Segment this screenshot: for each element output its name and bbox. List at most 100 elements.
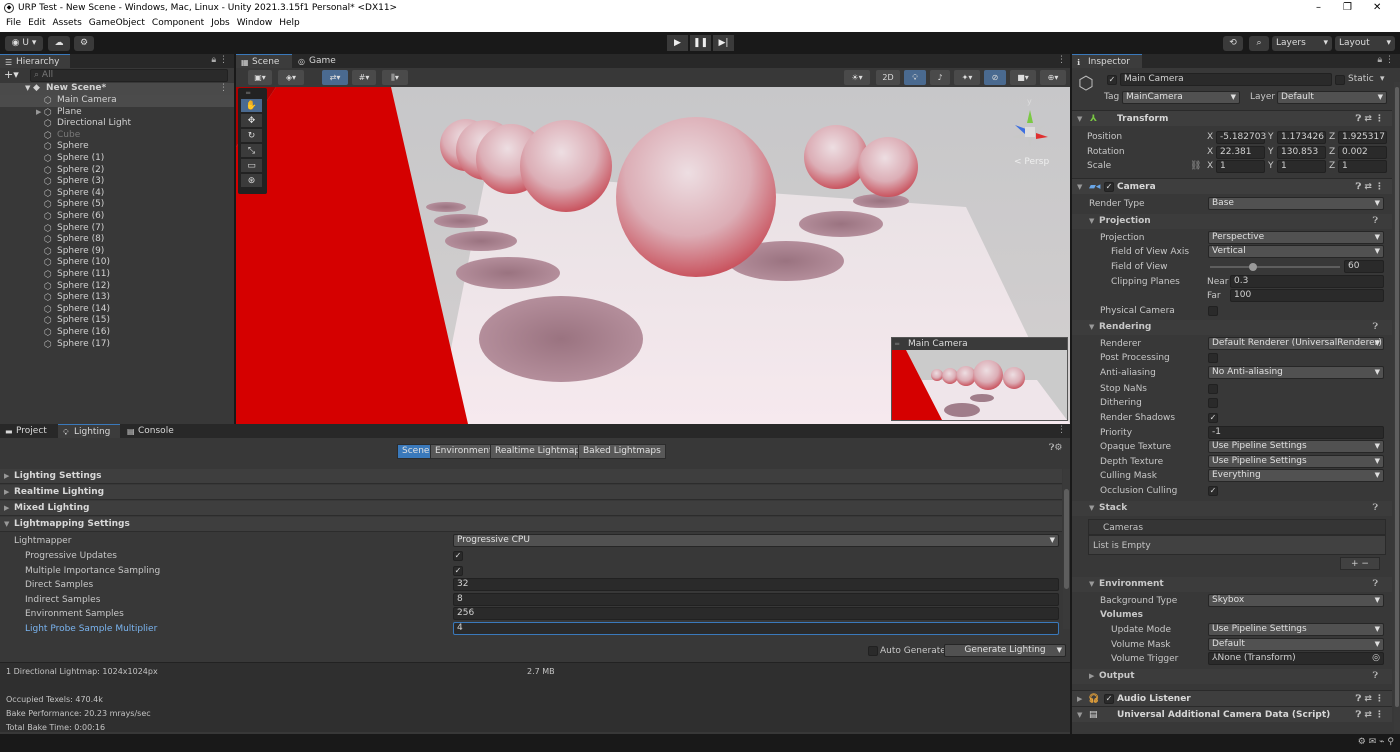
hierarchy-item[interactable]: ⬡ Sphere (1): [0, 153, 234, 165]
scale-tool-icon[interactable]: ⤡: [241, 144, 262, 158]
hidden-objects-icon[interactable]: ⊘: [984, 70, 1006, 85]
bottom-scrollbar[interactable]: [1063, 469, 1070, 629]
menu-assets[interactable]: Assets: [50, 17, 86, 32]
object-name-field[interactable]: Main Camera: [1120, 73, 1332, 86]
camera-dropdown[interactable]: Use Pipeline Settings ▼: [1208, 440, 1384, 453]
play-button[interactable]: ▶: [667, 35, 688, 51]
collab-icon[interactable]: ⚙: [74, 36, 94, 51]
fov-slider-track[interactable]: [1210, 263, 1340, 271]
camera-header[interactable]: ▼ ▰◂ ✓ Camera ❓︎ ⇄ ⋮: [1072, 178, 1392, 194]
tab-scene[interactable]: ▦ Scene: [236, 54, 292, 68]
audio-listener-checkbox[interactable]: ✓: [1104, 694, 1114, 704]
move-tool-icon[interactable]: ✥: [241, 114, 262, 128]
lightmapping-field[interactable]: 4: [453, 622, 1059, 635]
help-icon[interactable]: ❓︎: [1373, 577, 1378, 591]
persp-label[interactable]: < Persp: [1014, 157, 1049, 167]
account-button[interactable]: ◉ U ▾: [5, 36, 43, 51]
section-mixed-lighting[interactable]: ▶ Mixed Lighting: [0, 501, 1062, 516]
transform-field[interactable]: 0.002: [1338, 145, 1387, 159]
camera-dropdown[interactable]: Base ▼: [1208, 197, 1384, 210]
history-icon[interactable]: ⟲: [1223, 36, 1243, 51]
help-icon[interactable]: ❓︎: [1373, 669, 1378, 683]
uacd-header[interactable]: ▼ ▤ Universal Additional Camera Data (Scri…: [1072, 706, 1392, 722]
hierarchy-item[interactable]: ⬡ Sphere (14): [0, 304, 234, 316]
transform-field[interactable]: 1.173426: [1277, 131, 1326, 144]
camera-subsection[interactable]: ▼ Environment ❓︎: [1072, 577, 1392, 592]
hierarchy-item[interactable]: ⬡ Sphere (4): [0, 188, 234, 200]
hierarchy-item[interactable]: ⬡ Sphere (16): [0, 327, 234, 339]
cloud-icon[interactable]: ☁: [48, 36, 70, 51]
subtab-scene[interactable]: Scene: [397, 444, 435, 459]
auto-generate-checkbox[interactable]: [868, 646, 878, 656]
menu-jobs[interactable]: Jobs: [208, 17, 234, 32]
help-icon[interactable]: ❓︎: [1373, 214, 1378, 228]
lighting-toggle[interactable]: ☀▾: [844, 70, 870, 85]
priority-field[interactable]: -1: [1208, 426, 1384, 439]
section-lighting-settings[interactable]: ▶ Lighting Settings: [0, 469, 1062, 484]
generate-lighting-button[interactable]: Generate Lighting ▼: [944, 644, 1066, 657]
camera-dropdown[interactable]: Perspective ▼: [1208, 231, 1384, 244]
scene-root-row[interactable]: ▼ ◆ New Scene* ⋮: [0, 83, 234, 95]
component-menu-icons[interactable]: ❓︎ ⇄ ⋮: [1356, 111, 1384, 127]
rect-tool-icon[interactable]: ▭: [241, 159, 262, 173]
close-icon[interactable]: ✕: [1373, 2, 1381, 13]
camera-subsection[interactable]: ▼ Stack ❓︎: [1072, 501, 1392, 516]
subtab-environment[interactable]: Environment: [430, 444, 498, 459]
camera-checkbox[interactable]: [1208, 384, 1218, 394]
menu-edit[interactable]: Edit: [25, 17, 49, 32]
2d-toggle[interactable]: 2D: [876, 70, 900, 85]
camera-checkbox[interactable]: [1208, 353, 1218, 363]
section-lightmapping-settings[interactable]: ▼ Lightmapping Settings: [0, 517, 1062, 532]
hierarchy-item[interactable]: ⬡ Sphere (8): [0, 234, 234, 246]
step-button[interactable]: ▶|: [713, 35, 734, 51]
hierarchy-search-input[interactable]: ⌕ All: [30, 69, 228, 82]
menu-file[interactable]: File: [3, 17, 25, 32]
tab-inspector[interactable]: ℹ Inspector: [1072, 54, 1142, 68]
tab-lighting[interactable]: 💡︎ Lighting: [58, 424, 120, 438]
help-icon[interactable]: ❓︎⚙: [1049, 443, 1062, 453]
camera-dropdown[interactable]: Skybox ▼: [1208, 594, 1384, 607]
draw-mode-dropdown[interactable]: ▣▾: [248, 70, 272, 85]
transform-field[interactable]: 1.925317: [1338, 131, 1387, 144]
hand-tool-icon[interactable]: ✋: [241, 99, 262, 113]
search-icon[interactable]: ⌕: [1249, 36, 1269, 51]
hierarchy-item[interactable]: ⬡ Directional Light: [0, 118, 234, 130]
lock-icon[interactable]: 🔒︎ ⋮: [1377, 55, 1394, 65]
lock-icon[interactable]: 🔒︎ ⋮: [211, 55, 228, 65]
tab-game[interactable]: ◎ Game: [293, 54, 343, 68]
static-checkbox[interactable]: [1335, 75, 1345, 85]
lightmapping-field[interactable]: 8: [453, 592, 1059, 606]
fov-slider-thumb[interactable]: [1248, 263, 1257, 271]
transform-tool-icon[interactable]: ⊛: [241, 174, 262, 188]
chevron-down-icon[interactable]: ▾: [1380, 74, 1385, 84]
hierarchy-item[interactable]: ⬡ Sphere (13): [0, 292, 234, 304]
camera-checkbox[interactable]: ✓: [1208, 413, 1218, 423]
hierarchy-item[interactable]: ▶ ⬡ Plane: [0, 107, 234, 119]
hierarchy-item[interactable]: ⬡ Sphere (15): [0, 315, 234, 327]
near-field[interactable]: 0.3: [1230, 275, 1384, 288]
camera-dropdown[interactable]: Use Pipeline Settings ▼: [1208, 455, 1384, 468]
tag-dropdown[interactable]: MainCamera ▼: [1122, 91, 1240, 104]
camera-subsection[interactable]: ▼ Projection ❓︎: [1072, 214, 1392, 229]
transform-field[interactable]: -5.182703: [1216, 131, 1266, 144]
lightmapper-dropdown[interactable]: Progressive CPU ▼: [453, 534, 1059, 547]
component-menu-icons[interactable]: ❓︎ ⇄ ⋮: [1356, 179, 1384, 195]
menu-help[interactable]: Help: [276, 17, 304, 32]
tab-hierarchy[interactable]: ☰ Hierarchy: [0, 54, 70, 68]
camera-dropdown[interactable]: Use Pipeline Settings ▼: [1208, 623, 1384, 636]
chevron-right-icon[interactable]: ▶: [36, 107, 41, 119]
more-icon[interactable]: ⋮: [219, 83, 228, 95]
transform-field[interactable]: 1: [1277, 160, 1326, 174]
hierarchy-item[interactable]: ⬡ Main Camera: [0, 95, 234, 107]
hierarchy-item[interactable]: ⬡ Sphere (12): [0, 281, 234, 293]
camera-subsection[interactable]: ▶ Output ❓︎: [1072, 669, 1392, 684]
active-checkbox[interactable]: ✓: [1107, 75, 1117, 85]
move-snap-button[interactable]: ⇄▾: [322, 70, 348, 85]
camera-enabled-checkbox[interactable]: ✓: [1104, 182, 1114, 192]
volume-trigger-field[interactable]: ⅄None (Transform) ◎: [1208, 652, 1384, 665]
status-icons[interactable]: ⚙ ✉ ⌁ ⚲: [1358, 737, 1394, 747]
camera-dropdown[interactable]: Default Renderer (UniversalRenderer) ▼: [1208, 337, 1384, 350]
hierarchy-item[interactable]: ⬡ Sphere (17): [0, 339, 234, 351]
menu-component[interactable]: Component: [149, 17, 208, 32]
tab-console[interactable]: ▤ Console: [122, 424, 182, 438]
